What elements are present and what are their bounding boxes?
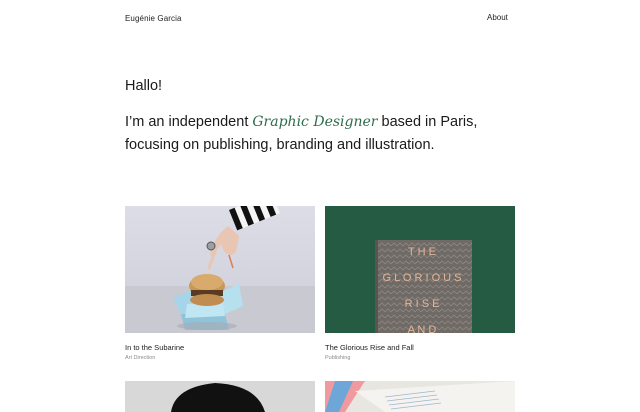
site-logo[interactable]: Eugénie Garcia xyxy=(125,14,182,23)
project-card[interactable] xyxy=(325,381,515,412)
project-category: Art Direction xyxy=(125,355,156,361)
site-header: Eugénie Garcia About xyxy=(0,0,640,36)
project-image xyxy=(125,206,315,333)
project-image xyxy=(325,381,515,412)
book-title-line: A N D xyxy=(408,324,437,333)
burger-sculpture-illustration xyxy=(125,206,315,333)
book-title-line: T H E xyxy=(408,246,436,258)
intro-text: I’m an independent Graphic Designer base… xyxy=(125,111,485,157)
book-title-line: R I S E xyxy=(405,298,440,310)
project-image: T H E G L O R I O U S R I S E A N D xyxy=(325,206,515,333)
intro-accent: Graphic Designer xyxy=(252,114,378,130)
project-card[interactable]: In to the Subarine Art Direction xyxy=(125,206,315,361)
intro-before: I’m an independent xyxy=(125,114,253,130)
nav-link-about[interactable]: About xyxy=(487,13,508,22)
printed-matter-illustration xyxy=(325,381,515,412)
portrait-illustration xyxy=(171,383,265,412)
project-image xyxy=(125,381,315,412)
project-category: Publishing xyxy=(325,355,351,361)
book-title-line: G L O R I O U S xyxy=(382,272,461,284)
project-title: In to the Subarine xyxy=(125,343,185,352)
project-card[interactable] xyxy=(125,381,315,412)
project-title: The Glorious Rise and Fall xyxy=(325,343,414,352)
greeting: Hallo! xyxy=(125,78,163,94)
book-cover-illustration: T H E G L O R I O U S R I S E A N D xyxy=(375,240,472,333)
project-card[interactable]: T H E G L O R I O U S R I S E A N D The … xyxy=(325,206,515,361)
